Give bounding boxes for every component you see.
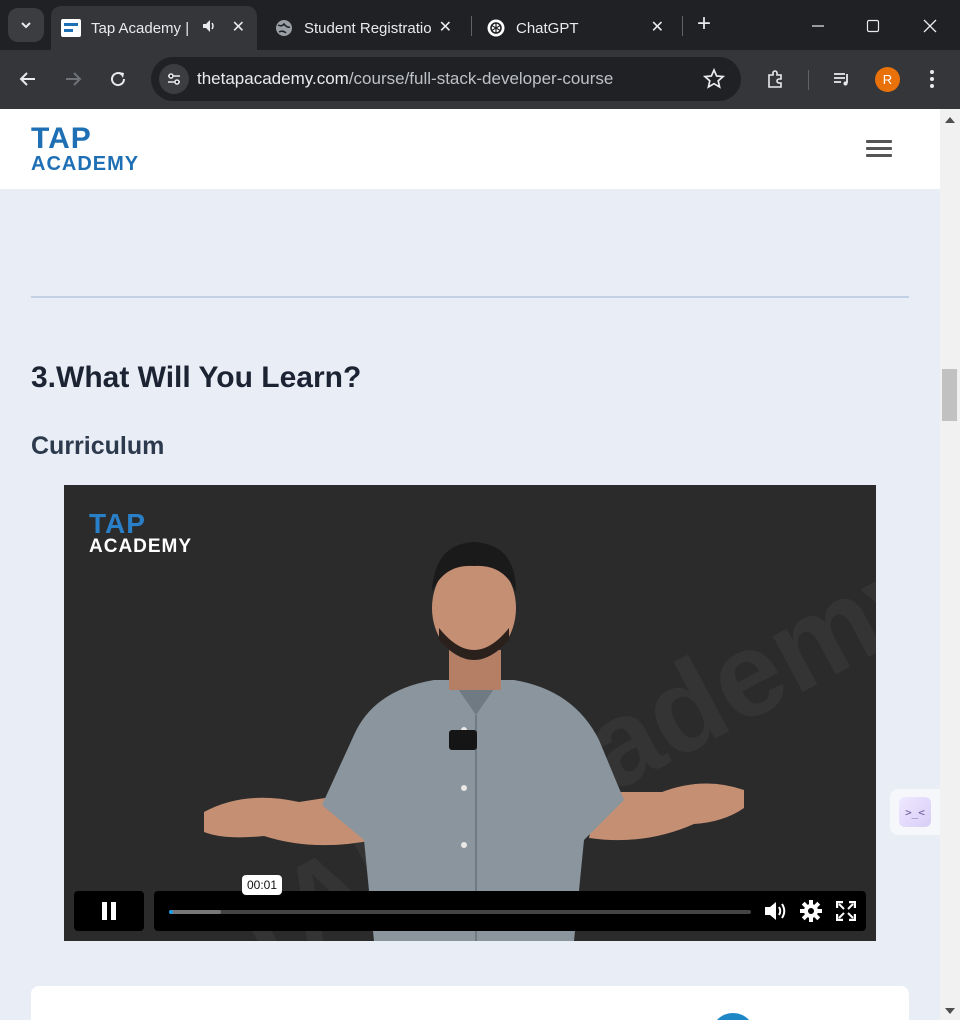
back-button[interactable] (13, 64, 43, 94)
video-logo-top: TAP (89, 508, 146, 539)
current-time-tooltip: 00:01 (242, 875, 283, 895)
fullscreen-icon[interactable] (834, 900, 858, 922)
close-tab-icon[interactable]: ✕ (232, 17, 245, 37)
scrollbar-thumb[interactable] (942, 369, 957, 421)
logo-bottom-text: ACADEMY (31, 153, 140, 175)
url-path: /course/full-stack-developer-course (348, 69, 614, 88)
settings-gear-icon[interactable] (799, 900, 823, 922)
pause-icon (102, 902, 116, 920)
chevron-down-icon (21, 22, 31, 29)
minimize-button[interactable] (803, 12, 833, 40)
site-header: TAP ACADEMY (0, 109, 940, 189)
forward-button[interactable] (58, 64, 88, 94)
profile-avatar[interactable]: R (875, 67, 900, 92)
url-host: thetapacademy.com (197, 69, 349, 88)
video-logo-bottom: ACADEMY (89, 536, 193, 557)
page-viewport: TAP ACADEMY 3.What Will You Learn? Curri… (0, 109, 960, 1020)
tab-title: Tap Academy | (91, 19, 190, 37)
tab-separator (471, 16, 472, 36)
presenter-figure (204, 542, 744, 941)
buffered-bar (169, 910, 222, 914)
scroll-down-arrow-icon[interactable] (945, 1008, 955, 1014)
new-tab-button[interactable]: + (690, 10, 718, 38)
extensions-button[interactable] (761, 64, 791, 94)
video-progress-slider[interactable] (169, 910, 751, 914)
played-bar (169, 910, 173, 914)
course-video-player[interactable]: TAP Academy TAP ACADEMY 00:01 (64, 485, 876, 941)
curriculum-heading: Curriculum (31, 432, 165, 460)
browser-toolbar: thetapacademy.com/course/full-stack-deve… (0, 50, 960, 109)
address-bar[interactable]: thetapacademy.com/course/full-stack-deve… (151, 57, 741, 101)
chat-widget-button[interactable]: >_< (890, 789, 940, 835)
toolbar-separator (808, 70, 809, 90)
reload-icon (111, 72, 126, 87)
audio-playing-icon[interactable] (201, 18, 217, 38)
tap-academy-favicon-icon (61, 18, 81, 38)
tune-icon (168, 73, 180, 85)
section-divider (31, 296, 909, 298)
section-title: 3.What Will You Learn? (31, 361, 362, 394)
maximize-icon (866, 19, 880, 33)
arrow-right-icon (66, 72, 82, 86)
tab-separator (682, 16, 683, 36)
more-vertical-icon (930, 70, 934, 88)
logo-top-text: TAP (31, 122, 92, 155)
tab-strip: Tap Academy | ✕ Student Registratio ✕ Ch… (0, 0, 960, 50)
scroll-up-arrow-icon[interactable] (945, 117, 955, 123)
close-tab-icon[interactable]: ✕ (651, 17, 664, 37)
globe-icon (274, 18, 294, 38)
chrome-menu-button[interactable] (917, 64, 947, 94)
close-window-button[interactable] (915, 12, 945, 40)
close-icon (923, 19, 937, 33)
media-control-button[interactable] (827, 64, 857, 94)
playlist-music-icon (834, 73, 848, 86)
hamburger-menu-icon[interactable] (866, 140, 892, 160)
site-info-button[interactable] (159, 64, 189, 94)
puzzle-icon (768, 70, 782, 88)
reload-button[interactable] (103, 64, 133, 94)
pause-button[interactable] (74, 891, 144, 931)
volume-icon[interactable] (763, 900, 787, 922)
minimize-icon (812, 25, 824, 27)
tab-chatgpt[interactable]: ChatGPT ✕ (476, 6, 676, 50)
arrow-left-icon (19, 72, 35, 86)
next-content-card (31, 986, 909, 1020)
tab-student-registration[interactable]: Student Registratio ✕ (264, 6, 464, 50)
bookmark-star-icon[interactable] (702, 67, 726, 95)
tab-tap-academy[interactable]: Tap Academy | ✕ (51, 6, 257, 50)
close-tab-icon[interactable]: ✕ (439, 17, 452, 37)
video-control-bar: 00:01 (154, 875, 866, 931)
page-scrollbar[interactable] (940, 109, 960, 1020)
card-badge (711, 1013, 755, 1020)
video-controls: 00:01 (74, 875, 866, 931)
url-text[interactable]: thetapacademy.com/course/full-stack-deve… (197, 69, 613, 89)
maximize-button[interactable] (858, 12, 888, 40)
tab-title: Student Registratio (304, 19, 432, 37)
video-logo: TAP ACADEMY (89, 508, 193, 557)
chatgpt-icon (486, 18, 506, 38)
tap-academy-logo[interactable]: TAP ACADEMY (31, 122, 140, 176)
tab-search-button[interactable] (8, 8, 44, 42)
chat-widget-icon: >_< (899, 797, 931, 827)
tab-title: ChatGPT (516, 19, 579, 37)
